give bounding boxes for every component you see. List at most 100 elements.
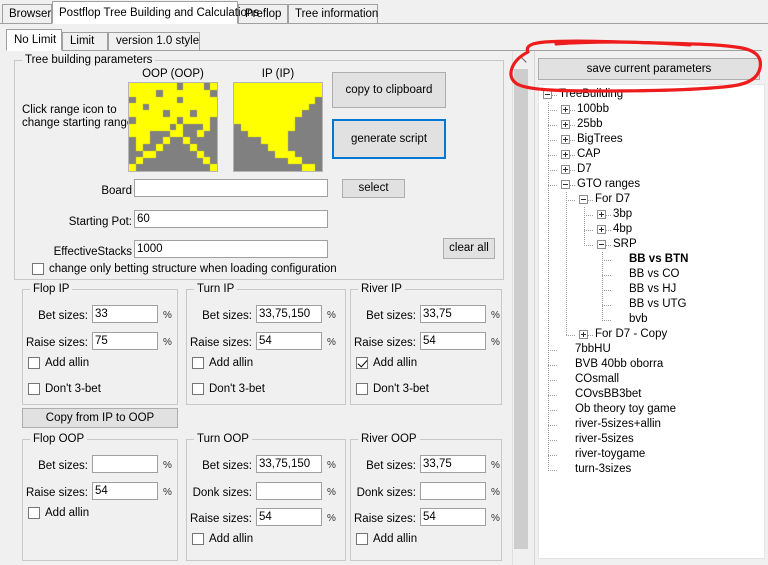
board-input[interactable]	[134, 179, 328, 197]
river-oop-add-allin-checkbox[interactable]: Add allin	[356, 533, 417, 547]
effective-stacks-input[interactable]	[134, 240, 328, 258]
river-ip-raise-sizes-input[interactable]	[420, 332, 486, 350]
expand-plus-icon[interactable]	[561, 120, 570, 129]
tree-item[interactable]: For D7	[579, 192, 630, 207]
select-board-button[interactable]: select	[342, 179, 405, 198]
flop-oop-raise-sizes-input[interactable]	[92, 482, 158, 500]
tree-item[interactable]: COvsBB3bet	[561, 387, 641, 402]
tree-item[interactable]: turn-3sizes	[561, 462, 631, 477]
tree-item[interactable]: Ob theory toy game	[561, 402, 676, 417]
flop-oop-raise-sizes-unit: %	[163, 487, 172, 499]
flop-oop-bet-sizes-input[interactable]	[92, 455, 158, 473]
turn-oop-bet-sizes-input[interactable]	[256, 455, 322, 473]
change-only-betting-structure-checkbox[interactable]: change only betting structure when loadi…	[32, 263, 337, 277]
flop-ip-add-allin-checkbox[interactable]: Add allin	[28, 357, 89, 371]
copy-to-clipboard-button[interactable]: copy to clipboard	[332, 72, 446, 108]
tab-postflop-tree-building[interactable]: Postflop Tree Building and Calculations	[52, 1, 238, 24]
tree-connector-line	[584, 207, 585, 245]
tree-item[interactable]: BB vs BTN	[615, 252, 688, 267]
tab-limit[interactable]: Limit	[62, 32, 108, 50]
river-oop-donk-sizes-label: Donk sizes:	[354, 487, 416, 500]
tree-item-label: For D7 - Copy	[595, 328, 667, 340]
tree-item-label: CAP	[577, 148, 601, 160]
river-oop-raise-sizes-label: Raise sizes:	[354, 513, 416, 526]
starting-pot-input[interactable]	[134, 210, 328, 228]
collapse-minus-icon[interactable]	[543, 90, 552, 99]
river-oop-bet-sizes-input[interactable]	[420, 455, 486, 473]
tree-item-label: 3bp	[613, 208, 632, 220]
expand-plus-icon[interactable]	[579, 330, 588, 339]
tree-item[interactable]: BB vs UTG	[615, 297, 687, 312]
starting-pot-label: Starting Pot:	[44, 216, 132, 229]
river-oop-donk-sizes-input[interactable]	[420, 482, 486, 500]
turn-ip-add-allin-checkbox[interactable]: Add allin	[192, 357, 253, 371]
flop-ip-dont-3bet-checkbox[interactable]: Don't 3-bet	[28, 383, 101, 397]
oop-range-matrix-icon[interactable]	[128, 82, 218, 172]
turn-ip-raise-sizes-input[interactable]	[256, 332, 322, 350]
expand-plus-icon[interactable]	[561, 135, 570, 144]
river-ip-add-allin-checkbox[interactable]: Add allin	[356, 357, 417, 371]
expand-plus-icon[interactable]	[561, 165, 570, 174]
tree-item[interactable]: 3bp	[597, 207, 632, 222]
ip-range-matrix-icon[interactable]	[233, 82, 323, 172]
tree-item[interactable]: BB vs CO	[615, 267, 679, 282]
collapse-minus-icon[interactable]	[579, 195, 588, 204]
tree-item[interactable]: river-5sizes	[561, 432, 634, 447]
tree-item[interactable]: 100bb	[561, 102, 609, 117]
tree-item[interactable]: BB vs HJ	[615, 282, 676, 297]
tree-connector-line	[548, 170, 557, 171]
tree-item[interactable]: TreeBuilding	[543, 87, 623, 102]
tree-item[interactable]: GTO ranges	[561, 177, 640, 192]
save-current-parameters-button[interactable]: save current parameters	[538, 58, 760, 80]
tree-item-label: river-toygame	[575, 448, 645, 460]
tree-item[interactable]: BigTrees	[561, 132, 623, 147]
turn-oop-add-allin-checkbox[interactable]: Add allin	[192, 533, 253, 547]
configuration-tree-view[interactable]: TreeBuilding100bb 25bbBigTreesCAP D7GTO ra…	[538, 84, 765, 559]
parameters-panel-scrollbar[interactable]	[512, 51, 529, 565]
scroll-up-arrow-icon[interactable]	[513, 51, 529, 68]
river-oop-raise-sizes-input[interactable]	[420, 508, 486, 526]
flop-ip-raise-sizes-input[interactable]	[92, 332, 158, 350]
expand-plus-icon[interactable]	[597, 225, 606, 234]
tree-item[interactable]: CAP	[561, 147, 601, 162]
tree-item[interactable]: 7bbHU	[561, 342, 611, 357]
clear-all-button[interactable]: clear all	[443, 238, 495, 259]
turn-ip-dont-3bet-checkbox[interactable]: Don't 3-bet	[192, 383, 265, 397]
tab-browser[interactable]: Browser	[2, 4, 52, 23]
generate-script-button[interactable]: generate script	[332, 119, 446, 159]
application-window: Browser Postflop Tree Building and Calcu…	[0, 0, 768, 565]
tree-item[interactable]: 4bp	[597, 222, 632, 237]
turn-oop-raise-sizes-input[interactable]	[256, 508, 322, 526]
flop-ip-bet-sizes-input[interactable]	[92, 305, 158, 323]
turn-oop-donk-sizes-input[interactable]	[256, 482, 322, 500]
turn-ip-bet-sizes-input[interactable]	[256, 305, 322, 323]
river-ip-bet-sizes-input[interactable]	[420, 305, 486, 323]
tree-item[interactable]: bvb	[615, 312, 648, 327]
river-ip-dont-3bet-checkbox[interactable]: Don't 3-bet	[356, 383, 429, 397]
tree-connector-line	[548, 470, 557, 471]
tree-item-label: 100bb	[577, 103, 609, 115]
tree-item[interactable]: 25bb	[561, 117, 603, 132]
copy-from-ip-to-oop-button[interactable]: Copy from IP to OOP	[22, 408, 178, 428]
expand-plus-icon[interactable]	[561, 105, 570, 114]
tab-no-limit[interactable]: No Limit	[6, 29, 62, 51]
tree-item[interactable]: D7	[561, 162, 592, 177]
tree-item[interactable]: SRP	[597, 237, 637, 252]
scrollbar-thumb[interactable]	[514, 69, 528, 549]
tree-item[interactable]: For D7 - Copy	[579, 327, 667, 342]
collapse-minus-icon[interactable]	[561, 180, 570, 189]
tab-tree-information[interactable]: Tree information	[288, 4, 378, 23]
range-hint-line-1: Click range icon to	[22, 104, 132, 117]
flop-oop-add-allin-checkbox[interactable]: Add allin	[28, 507, 89, 521]
tree-item[interactable]: river-5sizes+allin	[561, 417, 661, 432]
tree-connector-line	[602, 305, 611, 306]
tree-item[interactable]: BVB 40bb oborra	[561, 357, 663, 372]
tab-version-10-style[interactable]: version 1.0 style	[108, 32, 200, 50]
tree-connector-line	[548, 440, 557, 441]
expand-plus-icon[interactable]	[597, 210, 606, 219]
tree-item[interactable]: river-toygame	[561, 447, 645, 462]
expand-plus-icon[interactable]	[561, 150, 570, 159]
tree-item[interactable]: COsmall	[561, 372, 619, 387]
ip-range-caption: IP (IP)	[233, 68, 323, 80]
collapse-minus-icon[interactable]	[597, 240, 606, 249]
